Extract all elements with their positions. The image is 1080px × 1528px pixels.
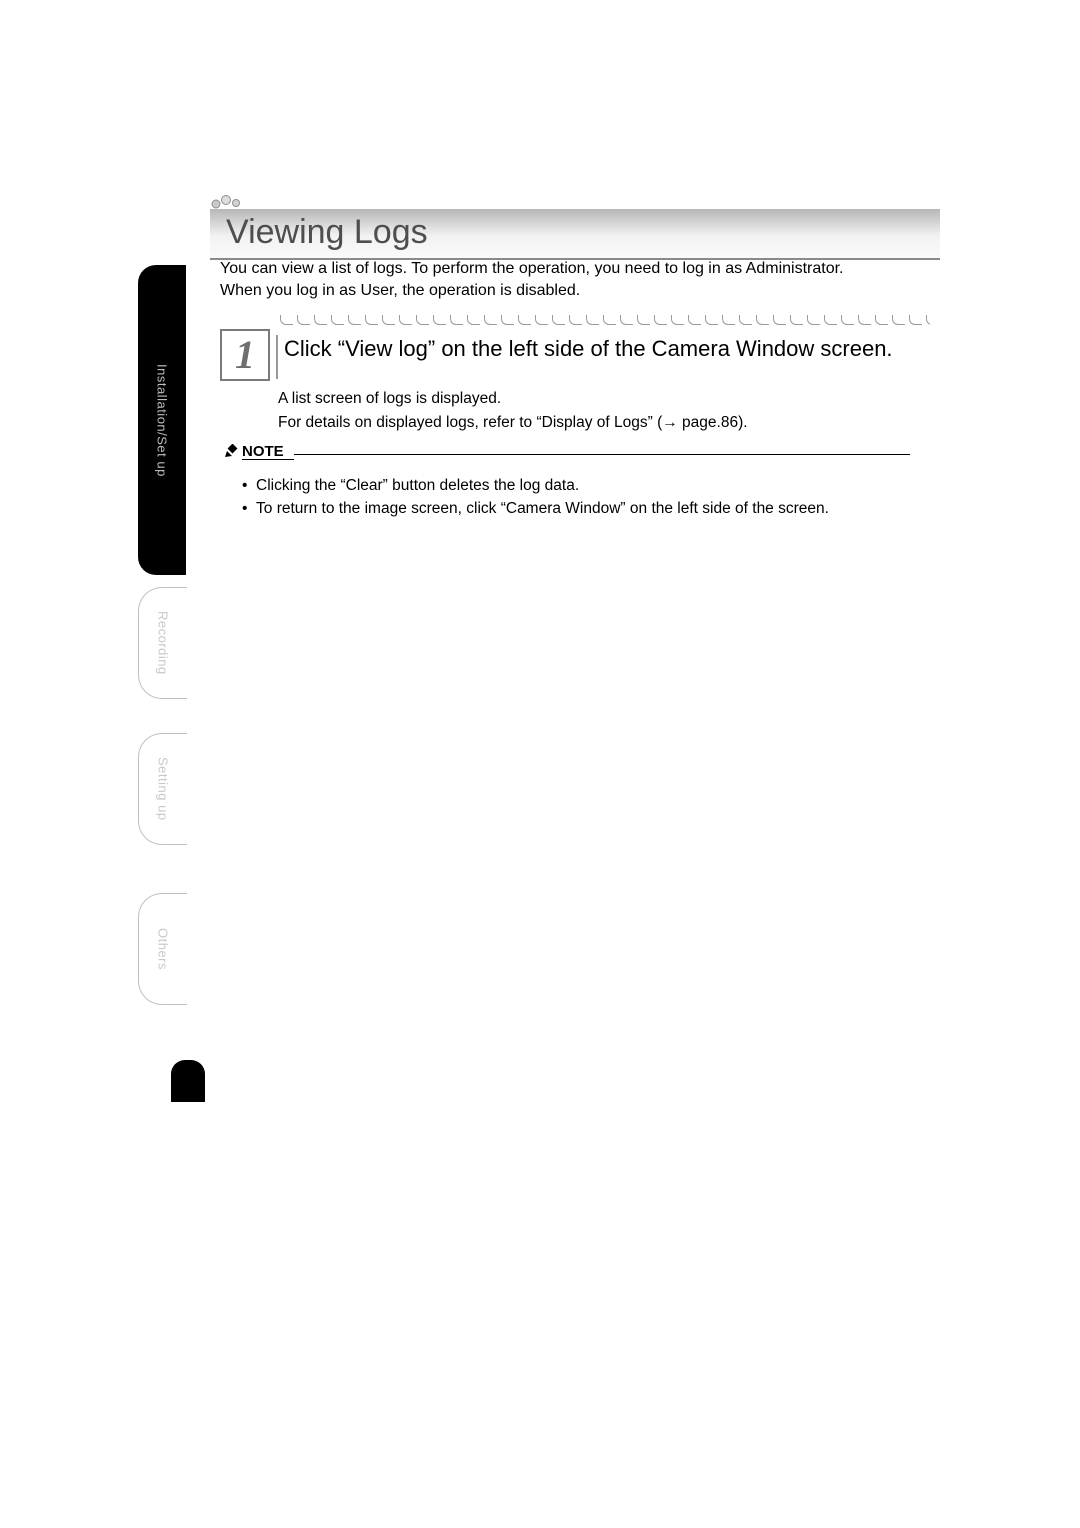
step-block: 1 Click “View log” on the left side of t… <box>220 317 930 381</box>
decorative-hooks <box>280 315 930 329</box>
side-tabs: Installation/Set up Recording Setting up… <box>138 265 186 1055</box>
step-body-text: page.86). <box>678 414 748 431</box>
intro-line: When you log in as User, the operation i… <box>220 280 930 302</box>
step-instruction: Click “View log” on the left side of the… <box>276 335 930 379</box>
step-body-line: For details on displayed logs, refer to … <box>278 412 920 434</box>
pencil-icon <box>224 444 238 462</box>
step-body: A list screen of logs is displayed. For … <box>278 388 920 437</box>
note-item: To return to the image screen, click “Ca… <box>242 497 910 520</box>
document-page: Installation/Set up Recording Setting up… <box>0 0 1080 1528</box>
intro-text: You can view a list of logs. To perform … <box>220 258 930 301</box>
page-title: Viewing Logs <box>226 213 428 251</box>
arrow-icon: → <box>662 412 678 434</box>
side-tab-label: Installation/Set up <box>155 364 170 477</box>
note-item: Clicking the “Clear” button deletes the … <box>242 474 910 497</box>
note-header: NOTE <box>224 442 910 460</box>
side-tab-recording[interactable]: Recording <box>138 587 187 699</box>
step-instruction-text: ” on the left side of the Camera Window … <box>428 336 893 361</box>
step-instruction-text: Click “ <box>284 336 345 361</box>
note-label: NOTE <box>242 443 284 460</box>
side-tab-others[interactable]: Others <box>138 893 187 1005</box>
side-tab-installation[interactable]: Installation/Set up <box>138 265 186 575</box>
step-number-box: 1 <box>220 329 270 381</box>
page-number-bg-icon <box>171 1060 205 1102</box>
section-header: Viewing Logs <box>210 195 940 260</box>
note-divider <box>294 454 910 455</box>
note-label-wrap: NOTE <box>224 442 290 460</box>
title-bar: Viewing Logs <box>210 209 940 260</box>
bubbles-icon <box>210 195 940 209</box>
step-body-text: For details on displayed logs, refer to … <box>278 414 662 431</box>
side-tab-setting[interactable]: Setting up <box>138 733 187 845</box>
note-list: Clicking the “Clear” button deletes the … <box>224 474 910 521</box>
intro-line: You can view a list of logs. To perform … <box>220 258 930 280</box>
page-number-mark <box>168 1060 208 1120</box>
step-instruction-em: View log <box>345 336 428 361</box>
side-tab-label: Recording <box>156 611 171 675</box>
step-number: 1 <box>235 335 255 375</box>
step-body-line: A list screen of logs is displayed. <box>278 388 920 410</box>
note-block: NOTE Clicking the “Clear” button deletes… <box>224 442 910 521</box>
side-tab-label: Setting up <box>156 757 171 821</box>
side-tab-label: Others <box>156 928 171 970</box>
